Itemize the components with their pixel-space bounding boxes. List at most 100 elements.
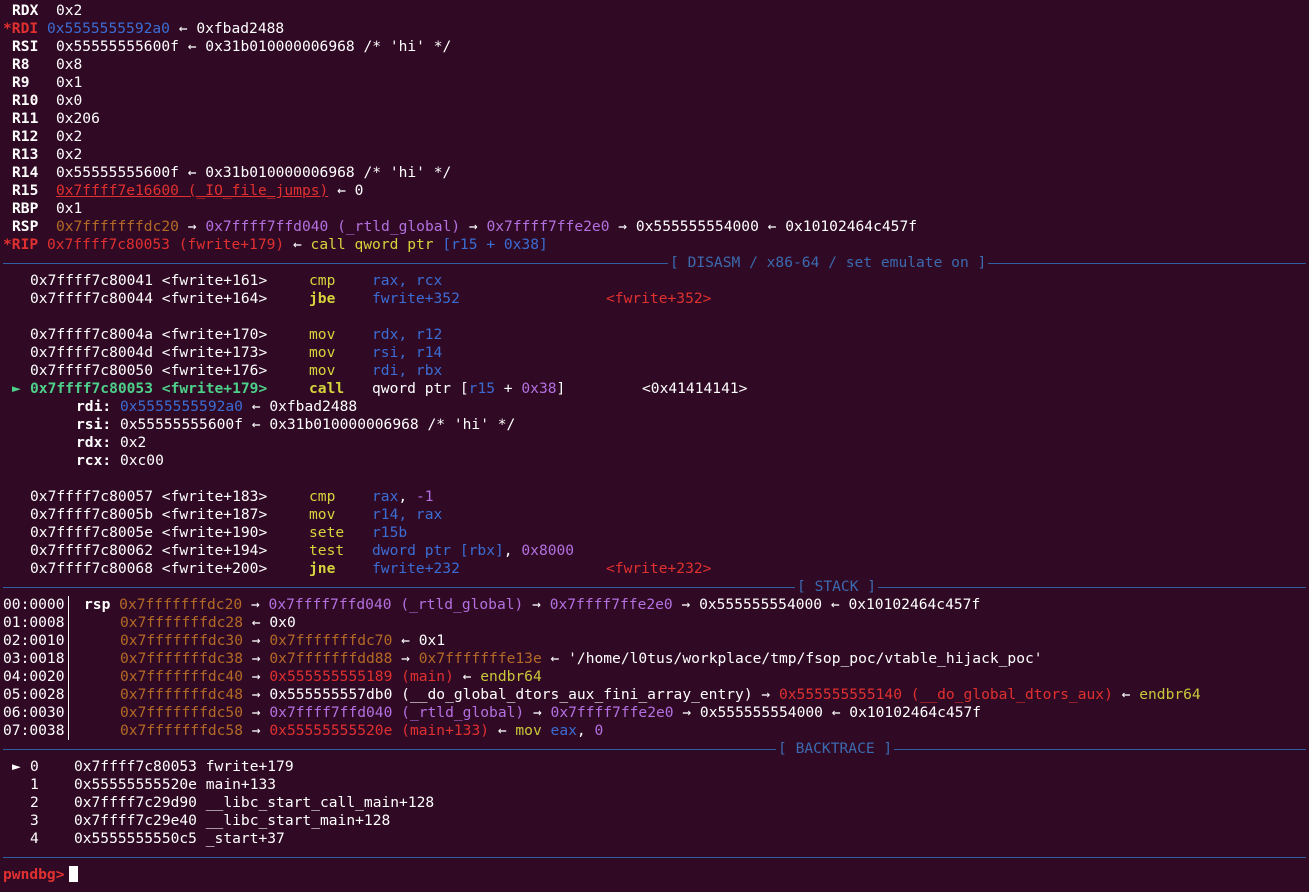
register-name: *RDI [3,20,39,37]
frame-address: 0x55555555520e [73,776,197,793]
disasm-line: 0x7ffff7c80068 <fwrite+200> [30,560,267,578]
instruction: endbr64 [1139,686,1201,703]
arg-value: 0xc00 [119,452,164,469]
stack-row-content: 0x7fffffffdc40 → 0x555555555189 (main) ←… [120,668,542,686]
frame-number: 3 [30,812,39,829]
backtrace-frame[interactable]: 0 0x7ffff7c80053 fwrite+179 [30,758,294,776]
text-cursor[interactable] [68,866,78,882]
register-name: R12 [12,128,39,145]
arrow: → [242,596,269,613]
arrow: ← [453,668,481,685]
instruction-address: 0x7ffff7c8005b <fwrite+187> [30,506,268,523]
frame-symbol: main+133 [205,776,277,793]
pointer-value: 0x7fffffffe13e [418,650,542,667]
register-value: 0x7ffff7e16600 (_IO_file_jumps) [55,182,329,199]
current-instruction-marker-icon: ► [12,380,21,397]
operands: r14, rax [372,506,443,523]
current-frame-marker-icon: ► [12,758,21,775]
stack-row: 00:0000 [3,596,65,614]
pointer-value: 0x7ffff7ffe2e0 [486,218,610,235]
register-name: RDX [12,2,39,19]
stack-address: 0x7fffffffdc40 [120,668,244,685]
terminal-window[interactable]: RDX 0x2 *RDI 0x5555555592a0 ← 0xfbad2488… [0,0,1309,892]
backtrace-frame[interactable]: 1 0x55555555520e main+133 [30,776,276,794]
separator-text: , [576,722,595,739]
stack-row: 07:0038 [3,722,65,740]
register-r12: R12 0x2 [12,128,82,146]
register-name: R8 [12,56,30,73]
disasm-line: 0x7ffff7c80050 <fwrite+176> [30,362,267,380]
opcode: mov [309,362,336,379]
stack-deref: → 0x555555557db0 (__do_global_dtors_aux_… [243,686,779,703]
instruction-operand: eax [550,722,577,739]
code-pointer: 0x555555555189 (main) [269,668,454,685]
register-value: 0x1 [55,74,83,91]
arg-name: rdx: [76,434,112,451]
opcode: sete [309,524,345,541]
backtrace-frame[interactable]: 3 0x7ffff7c29e40 __libc_start_main+128 [30,812,390,830]
backtrace-frame[interactable]: 4 0x5555555550c5 _start+37 [30,830,285,848]
stack-row-content: 0x7fffffffdc50 → 0x7ffff7ffd040 (_rtld_g… [120,704,981,722]
pointer-value: 0x7ffff7ffd040 (_rtld_global) [269,704,525,721]
pointer-value: 0x7fffffffdd88 [269,650,393,667]
instruction: mov [515,722,551,739]
frame-symbol: __libc_start_main+128 [205,812,391,829]
disasm-line: 0x7ffff7c8005b <fwrite+187> [30,506,267,524]
disasm-line: 0x7ffff7c80041 <fwrite+161> [30,272,267,290]
pointer-value: 0x7ffff7ffd040 (_rtld_global) [205,218,461,235]
stack-index: 06:0030 [3,704,65,721]
stack-index: 07:0038 [3,722,65,739]
arrow: → [243,722,270,739]
arg-value: 0x55555555600f [119,416,243,433]
command-line[interactable]: pwndbg> [3,866,78,884]
register-value: 0x8 [55,56,83,73]
frame-number: 2 [30,794,39,811]
operands: rdi, rbx [372,362,443,379]
frame-number: 4 [30,830,39,847]
stack-index: 04:0020 [3,668,65,685]
register-r8: R8 0x8 [12,56,82,74]
frame-symbol: _start+37 [205,830,285,847]
arg-value: 0x5555555592a0 [119,398,243,415]
arg-name: rsi: [76,416,112,433]
instruction-address: 0x7ffff7c80050 <fwrite+176> [30,362,268,379]
stack-index: 05:0028 [3,686,65,703]
stack-row: 01:0008 [3,614,65,632]
operands: dword ptr [rbx], 0x8000 [372,542,575,559]
opcode: jbe [309,290,336,307]
opcode: mov [309,344,336,361]
arrow: → [460,218,487,235]
register-r11: R11 0x206 [12,110,100,128]
register-rdi: *RDI 0x5555555592a0 ← 0xfbad2488 [3,20,284,38]
stack-index: 02:0010 [3,632,65,649]
opcode: test [309,542,345,559]
stack-deref: ← 0x1 [392,632,446,649]
arrow: → [392,650,419,667]
register-value: 0x55555555600f [55,38,179,55]
instruction-address: 0x7ffff7c8004d <fwrite+173> [30,344,268,361]
frame-address: 0x5555555550c5 [73,830,197,847]
stack-row: 04:0020 [3,668,65,686]
stack-row-content: 0x7fffffffdc28 ← 0x0 [120,614,296,632]
register-deref: ← 0xfbad2488 [169,20,285,37]
instruction-address: 0x7ffff7c8005e <fwrite+190> [30,524,268,541]
stack-deref: → 0x555555554000 ← 0x10102464c457f [673,704,982,721]
opcode: cmp [309,272,336,289]
stack-address: 0x7fffffffdc28 [120,614,244,631]
instruction-address: 0x7ffff7c80057 <fwrite+183> [30,488,268,505]
disasm-line: 0x7ffff7c8004d <fwrite+173> [30,344,267,362]
disasm-line: 0x7ffff7c8004a <fwrite+170> [30,326,267,344]
backtrace-frame[interactable]: 2 0x7ffff7c29d90 __libc_start_call_main+… [30,794,434,812]
opcode: mov [309,506,336,523]
register-rbp: RBP 0x1 [12,200,82,218]
instruction-address: 0x7ffff7c80041 <fwrite+161> [30,272,268,289]
stack-deref: ← 0x0 [243,614,296,631]
register-name: R10 [12,92,39,109]
register-deref: → 0x555555554000 ← 0x10102464c457f [609,218,918,235]
operands: rax, -1 [372,488,434,505]
instruction-address: 0x7ffff7c80044 <fwrite+164> [30,290,268,307]
arg-deref: ← 0xfbad2488 [242,398,358,415]
arg-value: 0x2 [119,434,147,451]
operands: rsi, r14 [372,344,443,361]
instruction-address: 0x7ffff7c8004a <fwrite+170> [30,326,268,343]
